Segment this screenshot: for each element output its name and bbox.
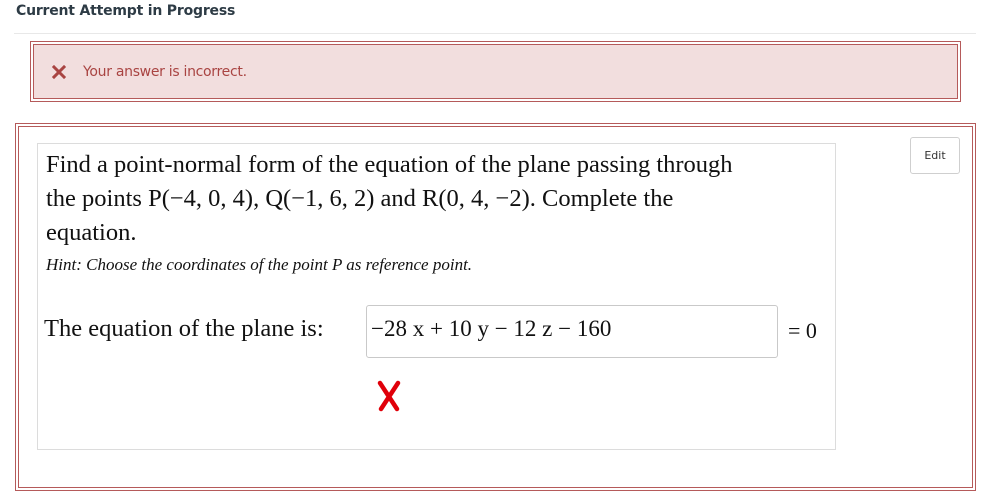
question-card: Edit Find a point-normal form of the equ… bbox=[15, 123, 976, 491]
prompt-line-2: the points P(−4, 0, 4), Q(−1, 6, 2) and … bbox=[46, 185, 674, 212]
incorrect-x-icon bbox=[376, 380, 402, 412]
page: Current Attempt in Progress Your answer … bbox=[0, 0, 983, 499]
question-card-body: Edit Find a point-normal form of the equ… bbox=[18, 126, 973, 488]
close-x-icon bbox=[52, 64, 66, 79]
incorrect-alert: Your answer is incorrect. bbox=[30, 41, 961, 102]
prompt-line-3: equation. bbox=[46, 219, 137, 246]
alert-message: Your answer is incorrect. bbox=[83, 63, 247, 80]
equation-suffix: = 0 bbox=[788, 318, 817, 343]
incorrect-alert-body: Your answer is incorrect. bbox=[33, 44, 958, 99]
problem-box: Find a point-normal form of the equation… bbox=[37, 143, 836, 450]
answer-input[interactable]: −28 x + 10 y − 12 z − 160 bbox=[366, 305, 778, 358]
hint-text: Hint: Choose the coordinates of the poin… bbox=[46, 255, 473, 274]
header-divider bbox=[14, 33, 976, 34]
page-title: Current Attempt in Progress bbox=[16, 3, 236, 19]
equation-label: The equation of the plane is: bbox=[44, 315, 324, 342]
problem-prompt: Find a point-normal form of the equation… bbox=[46, 148, 831, 250]
edit-button[interactable]: Edit bbox=[910, 137, 960, 174]
prompt-line-1: Find a point-normal form of the equation… bbox=[46, 151, 733, 178]
